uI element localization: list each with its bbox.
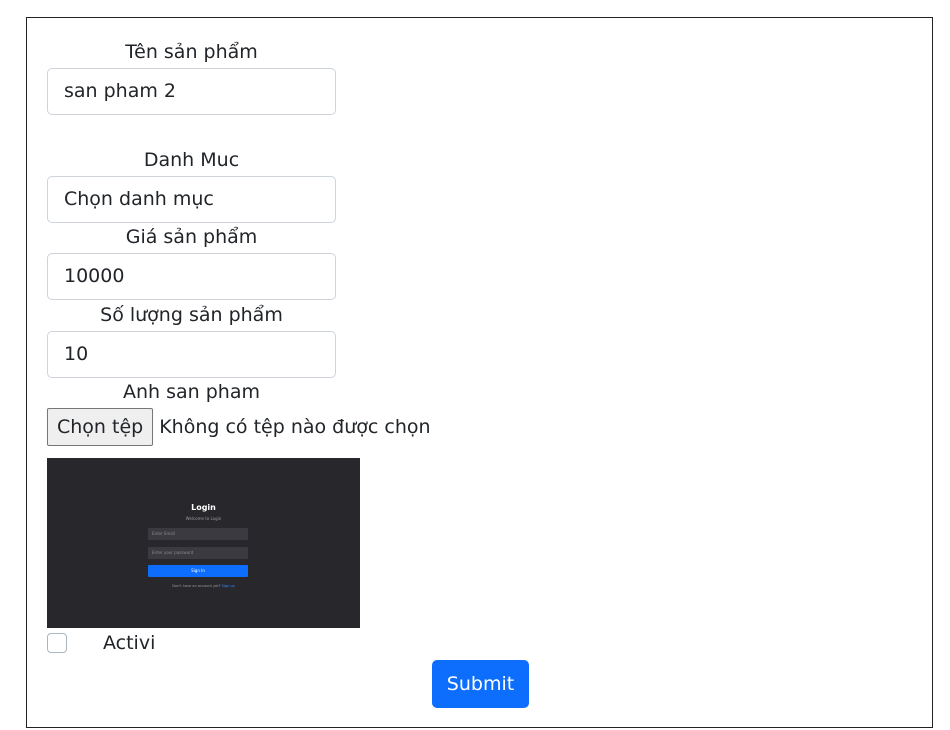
image-preview: Login Welcome to Login Enter Email Enter… xyxy=(47,458,360,628)
category-select[interactable]: Chọn danh mục xyxy=(47,176,336,223)
preview-footer-link: Sign up xyxy=(221,584,235,588)
product-name-input[interactable]: san pham 2 xyxy=(47,68,336,115)
price-input[interactable]: 10000 xyxy=(47,253,336,300)
file-input: Chọn tệp Không có tệp nào được chọn xyxy=(47,408,431,446)
preview-email-field: Enter Email xyxy=(148,528,248,540)
file-status-text: Không có tệp nào được chọn xyxy=(159,416,431,438)
choose-file-button[interactable]: Chọn tệp xyxy=(47,408,154,446)
preview-subtitle: Welcome to Login xyxy=(185,516,222,521)
price-label: Giá sản phẩm xyxy=(125,226,258,248)
product-name-label: Tên sản phẩm xyxy=(125,41,258,63)
quantity-input[interactable]: 10 xyxy=(47,331,336,378)
preview-signin-button: Sign In xyxy=(148,565,248,577)
preview-password-field: Enter your password xyxy=(148,547,248,559)
image-label: Anh san pham xyxy=(123,381,260,403)
submit-button[interactable]: Submit xyxy=(432,660,529,708)
category-label: Danh Muc xyxy=(143,149,240,171)
preview-title: Login xyxy=(191,503,216,512)
active-checkbox[interactable] xyxy=(47,633,67,653)
preview-footer: Don't have an account yet? Sign up xyxy=(47,584,360,588)
preview-footer-text: Don't have an account yet? xyxy=(172,584,221,588)
active-label: Activi xyxy=(103,632,156,654)
quantity-label: Số lượng sản phẩm xyxy=(100,304,283,326)
